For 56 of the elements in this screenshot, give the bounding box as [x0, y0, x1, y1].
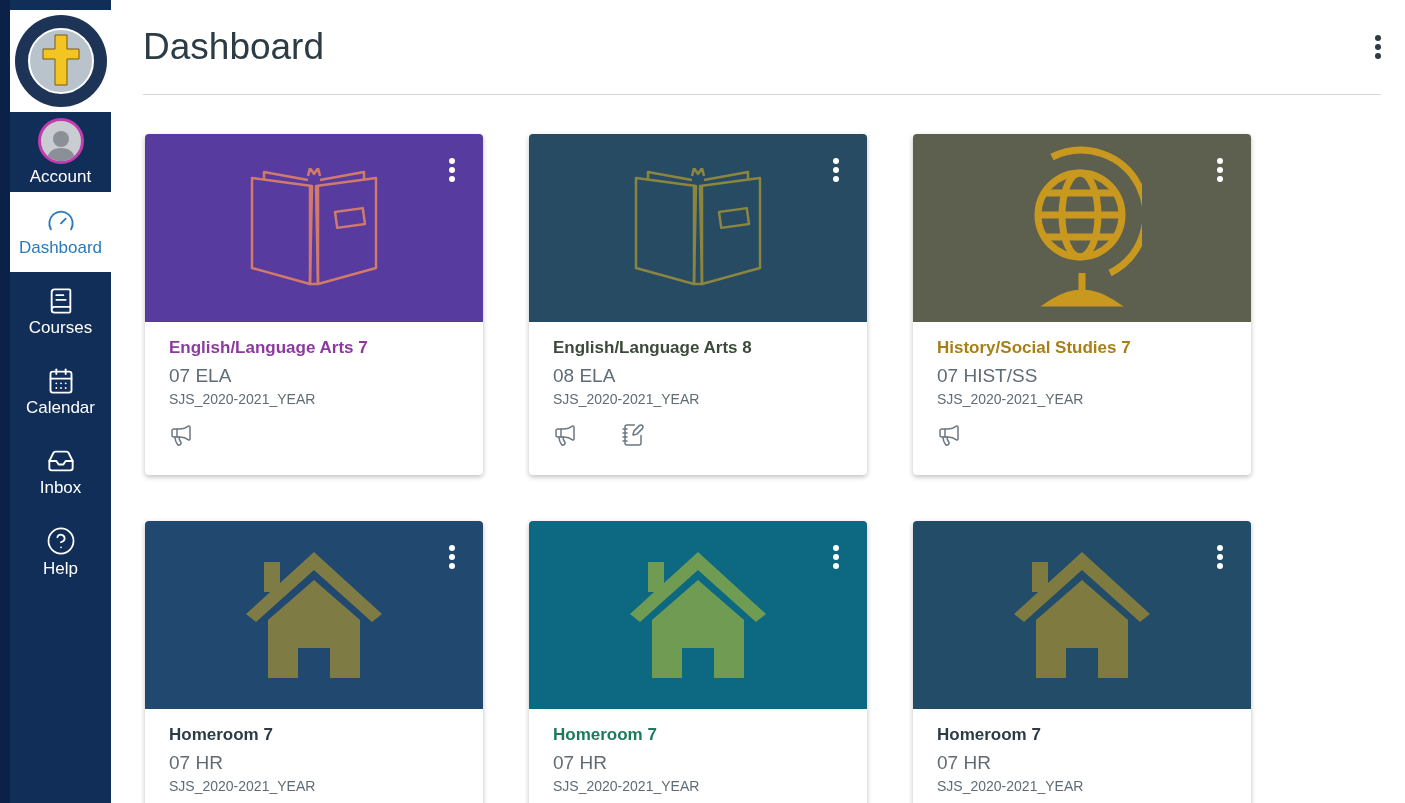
course-code: 07 HR — [937, 752, 991, 774]
course-card[interactable]: English/Language Arts 8 08 ELA SJS_2020-2021_YEAR — [529, 134, 867, 475]
card-options-button[interactable] — [833, 158, 839, 182]
course-term: SJS_2020-2021_YEAR — [169, 391, 316, 407]
course-card[interactable]: History/Social Studies 7 07 HIST/SS SJS_2020-2021_YEAR — [913, 134, 1251, 475]
nav-item[interactable]: Courses — [10, 272, 111, 352]
page-title: Dashboard — [143, 26, 324, 68]
course-code: 07 ELA — [169, 365, 232, 387]
card-options-button[interactable] — [449, 545, 455, 569]
announcements-button[interactable] — [553, 423, 577, 447]
megaphone-icon — [553, 423, 577, 447]
announcements-button[interactable] — [169, 423, 193, 447]
course-code: 07 HR — [169, 752, 223, 774]
kebab-icon — [1375, 35, 1381, 59]
course-title[interactable]: Homeroom 7 — [937, 725, 1041, 745]
kebab-icon — [833, 158, 839, 182]
kebab-icon — [449, 545, 455, 569]
nav-item[interactable]: Account — [10, 112, 111, 192]
course-term: SJS_2020-2021_YEAR — [553, 778, 700, 794]
course-code: 07 HIST/SS — [937, 365, 1038, 387]
help-icon — [45, 525, 76, 556]
kebab-icon — [449, 158, 455, 182]
announcements-button[interactable] — [937, 423, 961, 447]
card-options-button[interactable] — [1217, 545, 1223, 569]
nav-item[interactable]: Inbox — [10, 432, 111, 512]
course-term: SJS_2020-2021_YEAR — [937, 391, 1084, 407]
megaphone-icon — [169, 423, 193, 447]
course-card[interactable]: Homeroom 7 07 HR SJS_2020-2021_YEAR — [529, 521, 867, 803]
document-edit-icon — [621, 423, 645, 447]
course-title[interactable]: Homeroom 7 — [169, 725, 273, 745]
school-seal-icon — [12, 13, 109, 109]
card-options-button[interactable] — [833, 545, 839, 569]
nav-item[interactable]: Help — [10, 512, 111, 592]
kebab-icon — [1217, 545, 1223, 569]
course-term: SJS_2020-2021_YEAR — [937, 778, 1084, 794]
course-code: 07 HR — [553, 752, 607, 774]
course-card[interactable]: Homeroom 7 07 HR SJS_2020-2021_YEAR — [913, 521, 1251, 803]
megaphone-icon — [937, 423, 961, 447]
options-button[interactable] — [1375, 35, 1381, 59]
card-options-button[interactable] — [449, 158, 455, 182]
course-card[interactable]: Homeroom 7 07 HR SJS_2020-2021_YEAR — [145, 521, 483, 803]
course-card[interactable]: English/Language Arts 7 07 ELA SJS_2020-2021_YEAR — [145, 134, 483, 475]
course-title[interactable]: English/Language Arts 7 — [169, 338, 368, 358]
school-logo[interactable] — [10, 10, 111, 112]
card-options-button[interactable] — [1217, 158, 1223, 182]
nav-item[interactable]: Dashboard — [10, 192, 111, 272]
course-code: 08 ELA — [553, 365, 616, 387]
assignments-button[interactable] — [621, 423, 645, 447]
course-title[interactable]: History/Social Studies 7 — [937, 338, 1131, 358]
course-term: SJS_2020-2021_YEAR — [553, 391, 700, 407]
kebab-icon — [1217, 158, 1223, 182]
course-title[interactable]: English/Language Arts 8 — [553, 338, 752, 358]
kebab-icon — [833, 545, 839, 569]
course-title[interactable]: Homeroom 7 — [553, 725, 657, 745]
course-term: SJS_2020-2021_YEAR — [169, 778, 316, 794]
nav-item[interactable]: Calendar — [10, 352, 111, 432]
